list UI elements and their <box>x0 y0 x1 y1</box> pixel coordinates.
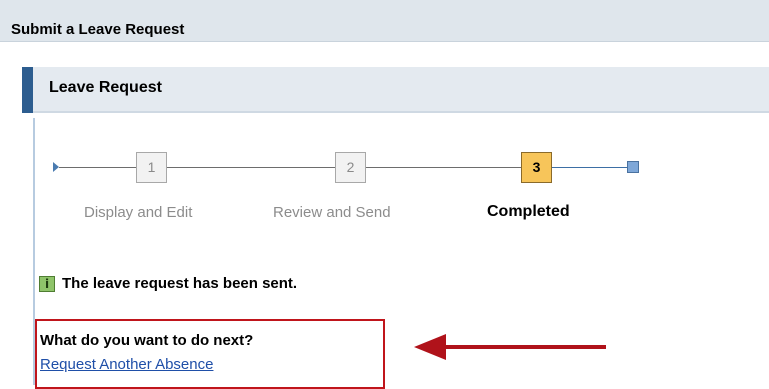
roadmap-end-icon <box>627 161 639 173</box>
roadmap-step-3[interactable]: 3 <box>521 152 552 183</box>
annotation-arrow-icon <box>414 334 606 360</box>
confirmation-message: The leave request has been sent. <box>62 275 298 292</box>
info-icon: i <box>39 276 55 292</box>
next-actions-highlight <box>35 319 385 389</box>
request-another-absence-link[interactable]: Request Another Absence <box>40 356 213 373</box>
panel-header-divider <box>33 111 769 113</box>
panel-header: Leave Request <box>22 67 769 113</box>
roadmap-step-3-label[interactable]: Completed <box>487 203 570 221</box>
roadmap-step-1[interactable]: 1 <box>136 152 167 183</box>
roadmap-connector <box>59 167 136 168</box>
roadmap-step-1-label[interactable]: Display and Edit <box>84 204 192 221</box>
roadmap-connector <box>366 167 521 168</box>
roadmap-step-2[interactable]: 2 <box>335 152 366 183</box>
page-title-bar: Submit a Leave Request <box>0 0 769 42</box>
roadmap-connector <box>167 167 335 168</box>
next-actions-heading: What do you want to do next? <box>40 332 254 349</box>
roadmap-step-2-label[interactable]: Review and Send <box>273 204 391 221</box>
page-title: Submit a Leave Request <box>11 21 185 38</box>
roadmap-connector <box>552 167 627 168</box>
panel-title: Leave Request <box>49 79 162 96</box>
panel-accent-bar <box>22 67 33 113</box>
